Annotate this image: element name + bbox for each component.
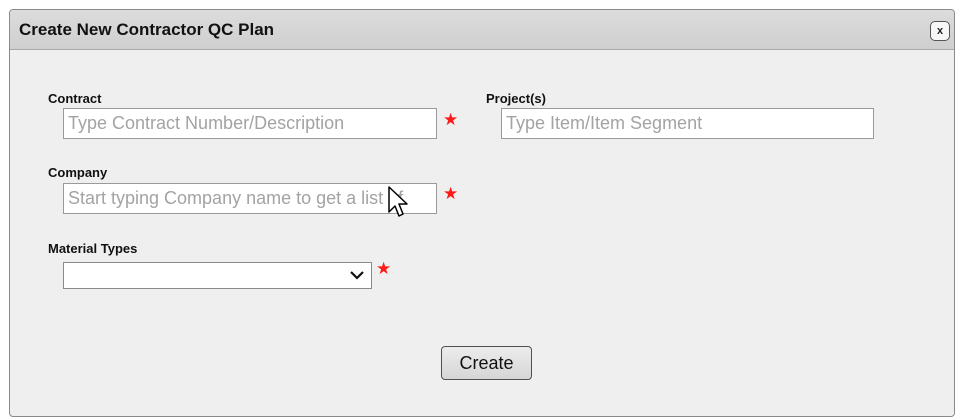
dialog-title-bar[interactable]: Create New Contractor QC Plan x [10, 10, 954, 50]
chevron-down-icon [350, 271, 364, 280]
projects-label: Project(s) [486, 91, 546, 106]
create-button[interactable]: Create [441, 346, 532, 380]
contract-required-star: ★ [443, 110, 459, 129]
contract-label: Contract [48, 91, 102, 106]
create-qc-plan-dialog: Create New Contractor QC Plan x Contract… [9, 9, 955, 417]
contract-input[interactable] [63, 108, 437, 139]
projects-input[interactable] [501, 108, 874, 139]
company-required-star: ★ [443, 184, 459, 203]
company-input[interactable] [63, 183, 437, 214]
company-label: Company [48, 165, 108, 180]
close-icon: x [936, 25, 944, 37]
material-types-label: Material Types [48, 241, 138, 256]
material-types-select[interactable] [63, 262, 372, 289]
material-types-required-star: ★ [376, 259, 392, 278]
close-button[interactable]: x [930, 21, 950, 41]
dialog-title: Create New Contractor QC Plan [19, 20, 275, 39]
